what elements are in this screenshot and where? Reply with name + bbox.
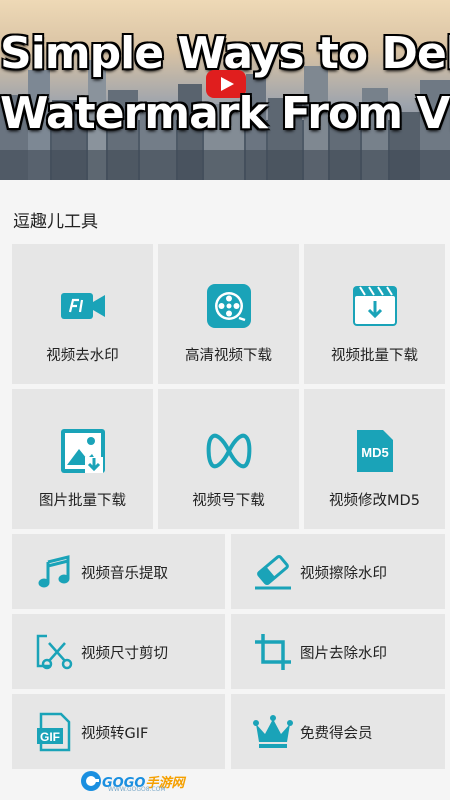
tool-crop-video[interactable]: 视频尺寸剪切 [12,614,225,689]
channels-butterfly-icon [203,425,255,477]
tool-erase-watermark[interactable]: 视频擦除水印 [231,534,445,609]
gif-file-icon: GIF [34,712,74,752]
section-title: 逗趣儿工具 [13,212,98,232]
gif-badge: GIF [40,730,60,744]
eraser-icon [253,552,293,592]
banner-title-line-2: Watermark From Video [0,88,450,139]
tool-extract-music[interactable]: 视频音乐提取 [12,534,225,609]
tool-batch-video-download[interactable]: 视频批量下载 [304,244,445,384]
tool-batch-image-download[interactable]: 图片批量下载 [12,389,153,529]
tool-image-remove-watermark[interactable]: 图片去除水印 [231,614,445,689]
tool-hd-video-download[interactable]: 高清视频下载 [158,244,299,384]
tool-free-vip[interactable]: 免费得会员 [231,694,445,769]
tool-label: 视频音乐提取 [81,566,168,582]
tool-channel-download[interactable]: 视频号下载 [158,389,299,529]
clapperboard-download-icon [349,280,401,332]
gogo-watermark-logo: GOGO手游网 WWW.GOGO8.COM [80,768,184,794]
tool-label: 视频擦除水印 [300,566,387,582]
tool-label: 图片去除水印 [300,646,387,662]
film-reel-icon [203,280,255,332]
tool-label: 视频转GIF [81,726,149,742]
tool-label: 视频修改MD5 [329,493,420,509]
tool-label: 视频批量下载 [331,348,418,364]
crop-icon [253,632,293,672]
image-download-icon [57,425,109,477]
film-edit-icon [57,280,109,332]
tool-label: 免费得会员 [300,726,373,742]
tool-label: 图片批量下载 [39,493,126,509]
promo-banner[interactable]: Simple Ways to Delete Watermark From Vid… [0,0,450,180]
tool-label: 视频去水印 [46,348,119,364]
tool-label: 高清视频下载 [185,348,272,364]
crown-icon [253,712,293,752]
tool-video-remove-watermark[interactable]: 视频去水印 [12,244,153,384]
md5-badge: MD5 [361,445,388,460]
music-note-icon [34,552,74,592]
md5-file-icon: MD5 [349,425,401,477]
gogo-url: WWW.GOGO8.COM [108,786,166,793]
gogo-logo-icon [81,771,101,791]
tool-modify-md5[interactable]: MD5 视频修改MD5 [304,389,445,529]
scissors-frame-icon [34,632,74,672]
tool-video-to-gif[interactable]: GIF 视频转GIF [12,694,225,769]
tool-label: 视频尺寸剪切 [81,646,168,662]
tool-label: 视频号下载 [192,493,265,509]
